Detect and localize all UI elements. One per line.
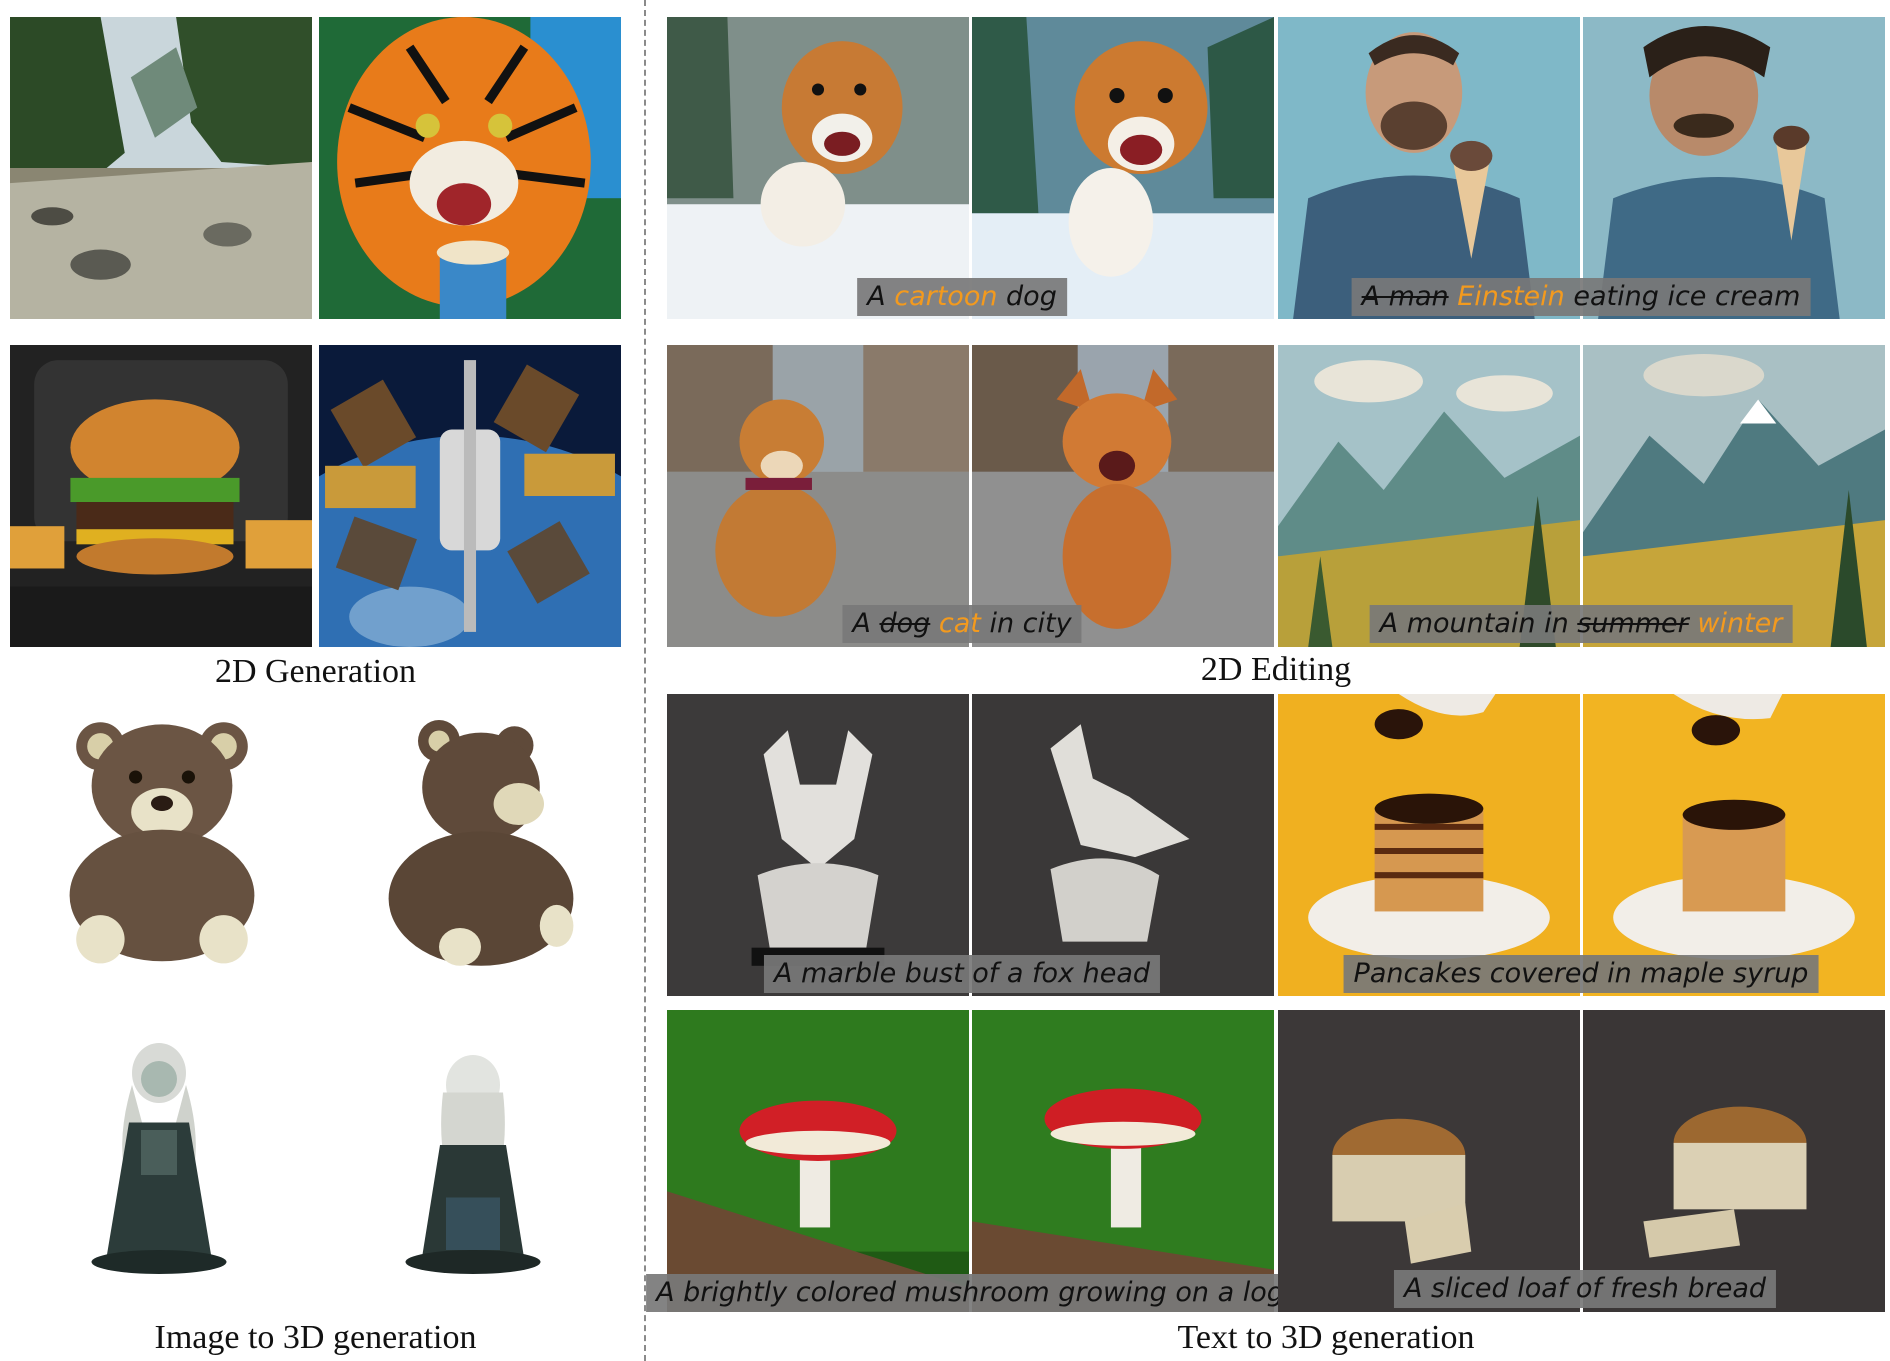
- section-title-2d-editing: 2D Editing: [1200, 651, 1352, 688]
- burger-image: [10, 345, 312, 647]
- prompt-einstein: A man Einstein eating ice cream: [1351, 278, 1811, 316]
- fox-bust-view2-image: [972, 694, 1274, 996]
- dog-snow-cartoon-image: [972, 17, 1274, 319]
- cat-city-image: [972, 345, 1274, 647]
- prompt-mushroom: A brightly colored mushroom growing on a…: [646, 1274, 1294, 1312]
- pancakes-view1-image: [1278, 694, 1580, 996]
- teddy-bear-side-image: [376, 720, 586, 970]
- bread-view1-image: [1278, 1010, 1580, 1312]
- teddy-bear-front-image: [52, 720, 272, 970]
- prompt-bread: A sliced loaf of fresh bread: [1393, 1270, 1777, 1308]
- mountain-summer-image: [1278, 345, 1580, 647]
- man-ice-cream-original-image: [1278, 17, 1580, 319]
- space-station-image: [319, 345, 621, 647]
- wizard-figure-front-image: [84, 1040, 234, 1280]
- prompt-cat-city: A dog cat in city: [842, 605, 1082, 643]
- section-title-text-to-3d: Text to 3D generation: [1177, 1319, 1475, 1356]
- mushroom-view1-image: [667, 1010, 969, 1312]
- bread-view2-image: [1583, 1010, 1885, 1312]
- prompt-fox-bust: A marble bust of a fox head: [763, 955, 1161, 993]
- mushroom-view2-image: [972, 1010, 1274, 1312]
- dog-city-original-image: [667, 345, 969, 647]
- fox-bust-view1-image: [667, 694, 969, 996]
- prompt-mountain-winter: A mountain in summer winter: [1369, 605, 1793, 643]
- river-image: [10, 17, 312, 319]
- pancakes-view2-image: [1583, 694, 1885, 996]
- section-title-image-to-3d: Image to 3D generation: [154, 1319, 477, 1356]
- tiger-image: [319, 17, 621, 319]
- dog-snow-original-image: [667, 17, 969, 319]
- section-title-2d-generation: 2D Generation: [214, 653, 417, 690]
- prompt-pancakes: Pancakes covered in maple syrup: [1343, 955, 1819, 993]
- section-divider: [644, 0, 646, 1361]
- mountain-winter-image: [1583, 345, 1885, 647]
- prompt-cartoon-dog: A cartoon dog: [857, 278, 1067, 316]
- einstein-ice-cream-image: [1583, 17, 1885, 319]
- wizard-figure-back-image: [398, 1055, 548, 1280]
